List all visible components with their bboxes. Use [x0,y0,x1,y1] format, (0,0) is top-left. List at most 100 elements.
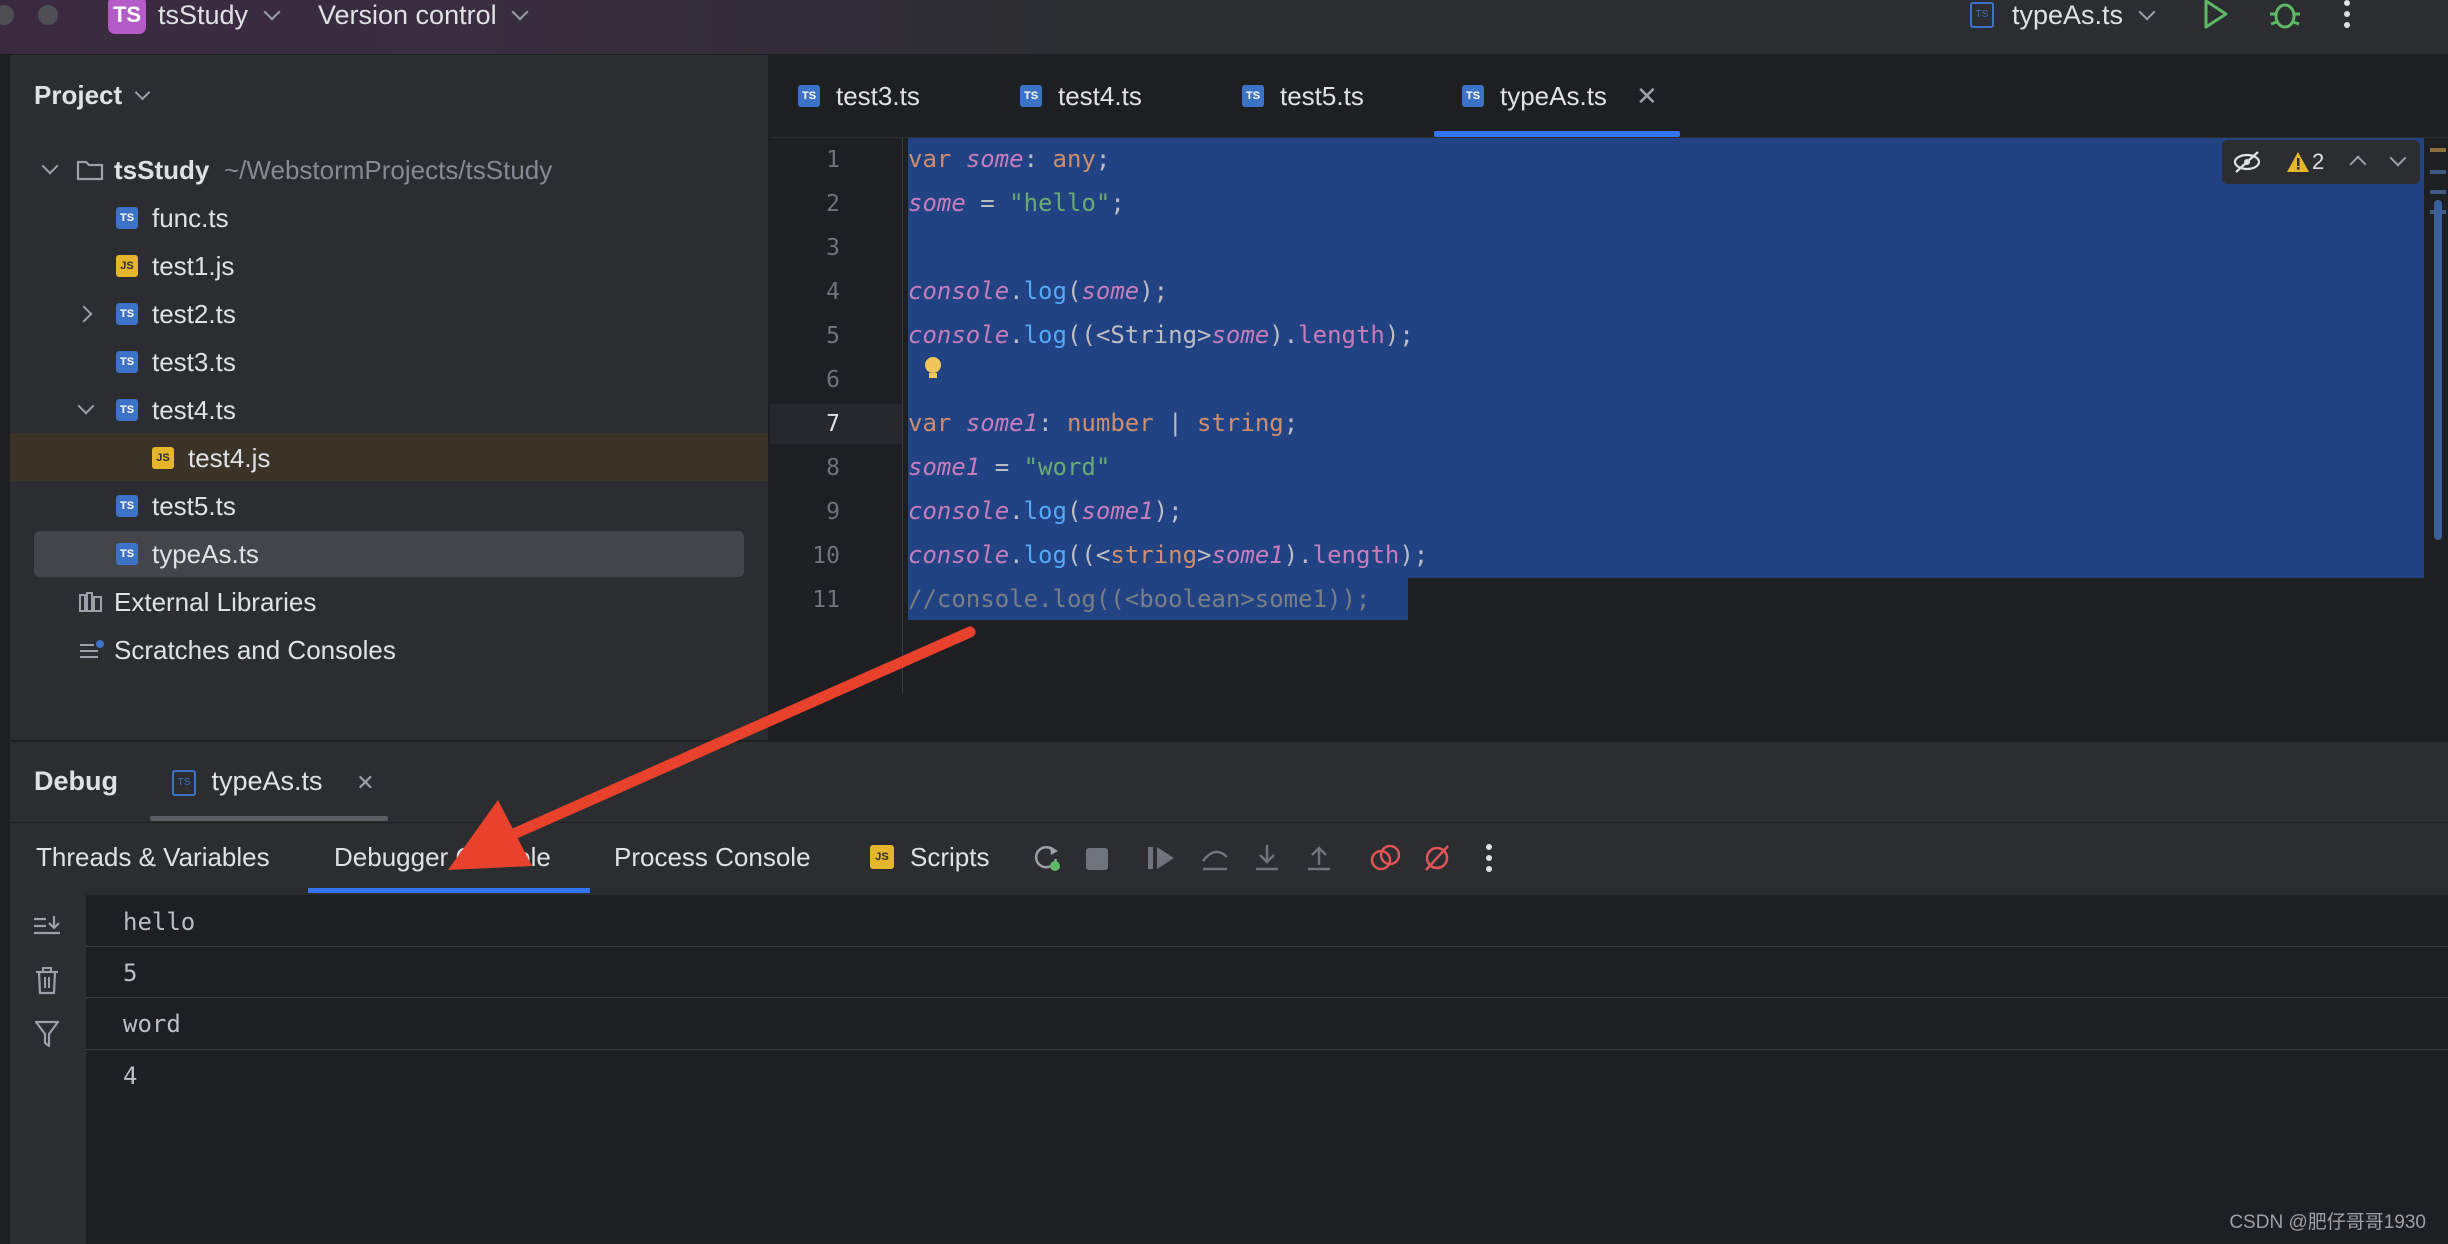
line-number: 6 [826,367,840,393]
console-output-line: 5 [123,959,138,987]
code-line: console.log(some); [908,277,1169,305]
ts-file-icon: TS [116,303,138,325]
code-line: //console.log((<boolean>some1)); [908,585,1371,613]
line-number: 9 [826,499,840,525]
code-line: console.log((<String>some).length); [908,321,1414,349]
tab-label: test5.ts [1280,81,1364,111]
tree-item-highlight [10,433,768,481]
tab-threads-variables[interactable]: Threads & Variables [36,842,270,873]
chevron-down-icon [41,157,59,175]
close-tab-icon[interactable]: ✕ [1636,55,1658,137]
inspection-widget[interactable]: 2 [2222,140,2420,184]
stop-icon[interactable] [1086,848,1108,870]
console-side-toolbar [10,895,87,1244]
tree-item-label: External Libraries [114,587,317,617]
project-panel-title[interactable]: Project [34,80,151,111]
ts-file-icon: TS [116,543,138,565]
warning-icon [2287,152,2309,172]
tab-label: test4.ts [1058,81,1142,111]
folder-icon [76,160,104,181]
line-number: 5 [826,323,840,349]
project-badge[interactable]: TS [108,0,146,34]
code-line: console.log(some1); [908,497,1183,525]
line-number: 11 [812,587,840,613]
ts-file-icon: TS [1462,85,1484,107]
window-minimize-button[interactable] [38,5,58,25]
scroll-to-end-icon[interactable] [32,914,62,940]
tab-process-console[interactable]: Process Console [614,842,811,873]
tree-root-tsstudy[interactable]: tsStudy ~/WebstormProjects/tsStudy [36,147,756,193]
tree-item-label: typeAs.ts [152,539,259,569]
tree-item-label: test4.ts [152,395,236,425]
chevron-down-icon[interactable] [2389,149,2407,167]
mute-breakpoints-icon[interactable] [1422,843,1452,873]
more-options-icon[interactable] [2342,0,2352,30]
vcs-label: Version control [318,0,497,30]
filter-icon[interactable] [34,1020,60,1048]
line-number: 8 [826,455,840,481]
line-number: 10 [812,543,840,569]
scratches-icon [80,640,104,658]
debug-session-indicator [150,816,388,821]
code-line: some = "hello"; [908,189,1125,217]
ts-file-icon: TS [172,769,196,796]
console-output-line: 4 [123,1062,138,1090]
tree-item-label: test2.ts [152,299,236,329]
debug-title: Debug [34,766,118,796]
lightbulb-icon[interactable] [924,356,942,378]
run-config-selector[interactable]: typeAs.ts [2012,0,2156,31]
step-over-icon[interactable] [1200,843,1230,873]
rerun-icon[interactable] [1032,843,1062,873]
tree-root-path: ~/WebstormProjects/tsStudy [224,155,553,185]
step-into-icon[interactable] [1252,843,1282,873]
error-stripe[interactable] [2428,140,2448,560]
code-line: var some: any; [908,145,1111,173]
tree-item-label: test4.js [188,443,271,473]
more-options-icon[interactable] [1484,843,1514,873]
tree-selection [34,531,744,577]
project-name: tsStudy [158,0,249,30]
tree-item-label: test3.ts [152,347,236,377]
vcs-selector[interactable]: Version control [318,0,529,31]
tab-debugger-console[interactable]: Debugger Console [334,842,551,873]
code-line: some1 = "word" [908,453,1111,481]
tree-item-label: test5.ts [152,491,236,521]
view-breakpoints-icon[interactable] [1370,843,1400,873]
chevron-down-icon [2138,3,2156,21]
tree-item-label: Scratches and Consoles [114,635,396,665]
chevron-down-icon [511,3,529,21]
step-out-icon[interactable] [1304,843,1334,873]
play-icon[interactable] [2202,0,2230,30]
run-config-label: typeAs.ts [2012,0,2124,30]
project-selector[interactable]: tsStudy [158,0,281,31]
chevron-up-icon[interactable] [2349,155,2367,173]
code-line: console.log((<string>some1).length); [908,541,1429,569]
watermark: CSDN @肥仔哥哥1930 [2229,1212,2426,1233]
tab-scripts[interactable]: Scripts [910,842,989,873]
eye-off-icon[interactable] [2232,150,2262,174]
project-panel-title-label: Project [34,80,123,110]
close-tab-icon[interactable]: ✕ [356,770,374,795]
gutter-divider [902,138,903,693]
trash-icon[interactable] [34,966,60,996]
tab-label: typeAs.ts [1500,81,1607,111]
code-line: var some1: number | string; [908,409,1299,437]
debug-session-tab[interactable]: TS typeAs.ts ✕ [172,766,375,797]
bug-icon[interactable] [2268,0,2302,32]
ts-file-icon: TS [1970,2,1994,28]
ts-file-icon: TS [116,495,138,517]
ts-file-icon: TS [116,207,138,229]
console-separator [86,1049,2448,1050]
tree-item-label: test1.js [152,251,235,281]
resume-icon[interactable] [1146,843,1176,873]
console-separator [86,997,2448,998]
chevron-down-icon [263,3,281,21]
tree-item-label: func.ts [152,203,229,233]
js-file-icon: JS [152,447,174,469]
js-file-icon: JS [870,845,894,869]
warning-count: 2 [2312,149,2325,174]
line-number: 1 [826,147,840,173]
active-tab-indicator [308,888,590,893]
ts-file-icon: TS [116,351,138,373]
console-output-line: word [123,1010,181,1038]
